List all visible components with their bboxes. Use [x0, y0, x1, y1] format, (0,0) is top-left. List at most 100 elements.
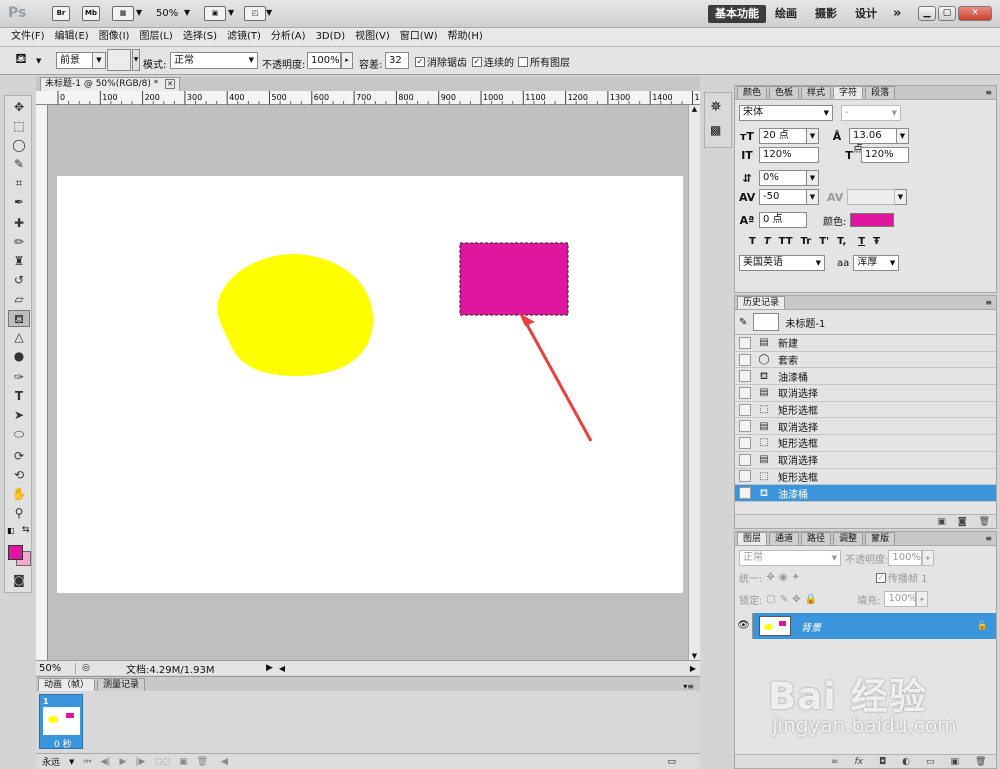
info-icon[interactable]: ▩: [710, 123, 721, 137]
fill-input[interactable]: 100%: [884, 591, 917, 607]
tab-measurement-log[interactable]: 测量记录: [97, 678, 146, 691]
healing-brush-tool-icon[interactable]: ✚: [8, 215, 30, 232]
duplicate-frame-icon[interactable]: ▣: [179, 757, 188, 767]
history-state[interactable]: ▤ 取消选择: [735, 418, 996, 436]
scroll-down-icon[interactable]: ▼: [689, 652, 700, 660]
tween-icon[interactable]: ◌◌: [154, 757, 170, 767]
new-snapshot-icon[interactable]: ◙: [958, 517, 967, 527]
subscript-button[interactable]: T,: [837, 236, 846, 247]
path-select-tool-icon[interactable]: ➤: [8, 407, 30, 424]
history-snapshot[interactable]: ✎ 未标题-1: [735, 310, 996, 335]
tab-masks[interactable]: 蒙版: [865, 532, 896, 545]
menu-filter[interactable]: 滤镜(T): [222, 28, 266, 46]
paint-bucket-tool-preset-icon[interactable]: ⛾: [10, 51, 32, 71]
loop-select[interactable]: 永远: [42, 755, 60, 768]
brush-tool-icon[interactable]: ✏: [8, 234, 30, 251]
unify-position-icon[interactable]: ✥: [766, 572, 774, 583]
underline-button[interactable]: T: [858, 236, 865, 247]
fill-arrow[interactable]: ▸: [916, 591, 929, 607]
menu-image[interactable]: 图像(I): [94, 28, 135, 46]
vertical-scrollbar[interactable]: ▲ ▼: [688, 105, 700, 660]
previous-frame-icon[interactable]: ◀|: [101, 757, 111, 767]
history-brush-tool-icon[interactable]: ↺: [8, 272, 30, 289]
history-source-checkbox[interactable]: [739, 403, 751, 416]
tab-animation-frames[interactable]: 动画（帧）: [38, 678, 96, 691]
lasso-tool-icon[interactable]: ◯: [8, 137, 30, 154]
panel-menu-icon[interactable]: ≡: [985, 88, 992, 97]
strikethrough-button[interactable]: Ŧ: [873, 236, 880, 247]
history-source-checkbox[interactable]: [739, 470, 751, 483]
history-source-checkbox[interactable]: [739, 453, 751, 466]
next-frame-icon[interactable]: |▶: [135, 757, 145, 767]
chevron-down-icon[interactable]: ▼: [266, 8, 272, 17]
eraser-tool-icon[interactable]: ▱: [8, 291, 30, 308]
menu-edit[interactable]: 编辑(E): [50, 28, 94, 46]
bridge-button[interactable]: Br: [52, 6, 70, 21]
workspace-essentials[interactable]: 基本功能: [708, 5, 766, 23]
history-source-checkbox[interactable]: [739, 353, 751, 366]
more-workspaces-icon[interactable]: »: [886, 5, 908, 23]
pen-tool-icon[interactable]: ✑: [8, 369, 30, 386]
tab-adjustments[interactable]: 调整: [833, 532, 864, 545]
chevron-down-icon[interactable]: ▼: [897, 128, 909, 144]
3d-rotate-tool-icon[interactable]: ⟳: [8, 448, 30, 465]
opacity-slider-arrow[interactable]: ▸: [341, 52, 353, 69]
status-zoom[interactable]: 50%: [36, 662, 76, 674]
panel-menu-icon[interactable]: ≡: [985, 298, 992, 307]
default-colors-icon[interactable]: ◧: [7, 526, 15, 535]
tab-swatches[interactable]: 色板: [769, 86, 800, 99]
menu-select[interactable]: 选择(S): [178, 28, 222, 46]
horizontal-scale-input[interactable]: 120%: [861, 147, 909, 163]
tab-color[interactable]: 颜色: [737, 86, 768, 99]
zoom-level[interactable]: 50%: [156, 8, 178, 19]
chevron-down-icon[interactable]: ▼: [807, 170, 819, 186]
add-mask-icon[interactable]: ◘: [879, 757, 886, 767]
new-layer-icon[interactable]: ▣: [951, 757, 960, 767]
unify-style-icon[interactable]: ✦: [792, 572, 800, 583]
screen-mode-icon[interactable]: ◰: [244, 6, 266, 21]
pattern-picker-arrow[interactable]: ▼: [132, 49, 140, 71]
all-layers-checkbox[interactable]: 所有图层: [518, 54, 570, 69]
timeline-toggle-icon[interactable]: ▭: [667, 757, 676, 767]
chevron-down-icon[interactable]: ▼: [895, 189, 907, 205]
blur-tool-icon[interactable]: △: [8, 329, 30, 346]
workspace-painting[interactable]: 绘画: [768, 5, 804, 23]
document-canvas[interactable]: [57, 176, 683, 593]
chevron-down-icon[interactable]: ▼: [807, 128, 819, 144]
lock-transparency-icon[interactable]: ▢: [766, 594, 775, 605]
arrange-documents-icon[interactable]: ▣: [204, 6, 226, 21]
all-caps-button[interactable]: TT: [779, 236, 793, 247]
faux-italic-button[interactable]: T: [764, 236, 771, 247]
first-frame-icon[interactable]: ⏮: [83, 757, 91, 767]
new-document-from-state-icon[interactable]: ▣: [937, 517, 946, 527]
menu-layer[interactable]: 图层(L): [134, 28, 177, 46]
lock-position-icon[interactable]: ✥: [792, 594, 800, 605]
tab-channels[interactable]: 通道: [769, 532, 800, 545]
opacity-input[interactable]: 100%: [307, 52, 341, 69]
hscroll-left-icon[interactable]: ◀: [221, 757, 228, 767]
chevron-down-icon[interactable]: ▼: [228, 8, 234, 17]
history-state[interactable]: ⬚ 矩形选框: [735, 469, 996, 486]
play-icon[interactable]: ▶: [119, 757, 126, 767]
tab-styles[interactable]: 样式: [801, 86, 832, 99]
unify-visibility-icon[interactable]: ◉: [779, 572, 788, 583]
close-icon[interactable]: ✕: [958, 6, 992, 21]
quick-select-tool-icon[interactable]: ✎: [8, 156, 30, 173]
chevron-down-icon[interactable]: ▼: [69, 758, 74, 766]
swap-colors-icon[interactable]: ⇆: [22, 525, 30, 535]
history-source-checkbox[interactable]: [739, 370, 751, 383]
menu-view[interactable]: 视图(V): [350, 28, 395, 46]
dodge-tool-icon[interactable]: ●: [8, 348, 30, 365]
chevron-down-icon[interactable]: ▼: [184, 8, 190, 17]
paint-bucket-tool-icon[interactable]: ⛾: [8, 310, 30, 327]
clone-stamp-tool-icon[interactable]: ♜: [8, 253, 30, 270]
history-state[interactable]: ◯ 套索: [735, 352, 996, 369]
document-tab[interactable]: 未标题-1 @ 50%(RGB/8) * ✕: [40, 77, 180, 91]
panel-menu-icon[interactable]: ▾≡: [683, 682, 694, 691]
language-select[interactable]: 美国英语 ▼: [739, 255, 825, 271]
move-tool-icon[interactable]: ✥: [8, 99, 30, 116]
kerning-input[interactable]: [847, 189, 895, 205]
3d-orbit-tool-icon[interactable]: ⟲: [8, 467, 30, 484]
layer-opacity-arrow[interactable]: ▸: [922, 550, 935, 566]
vertical-scale-input[interactable]: 120%: [759, 147, 819, 163]
